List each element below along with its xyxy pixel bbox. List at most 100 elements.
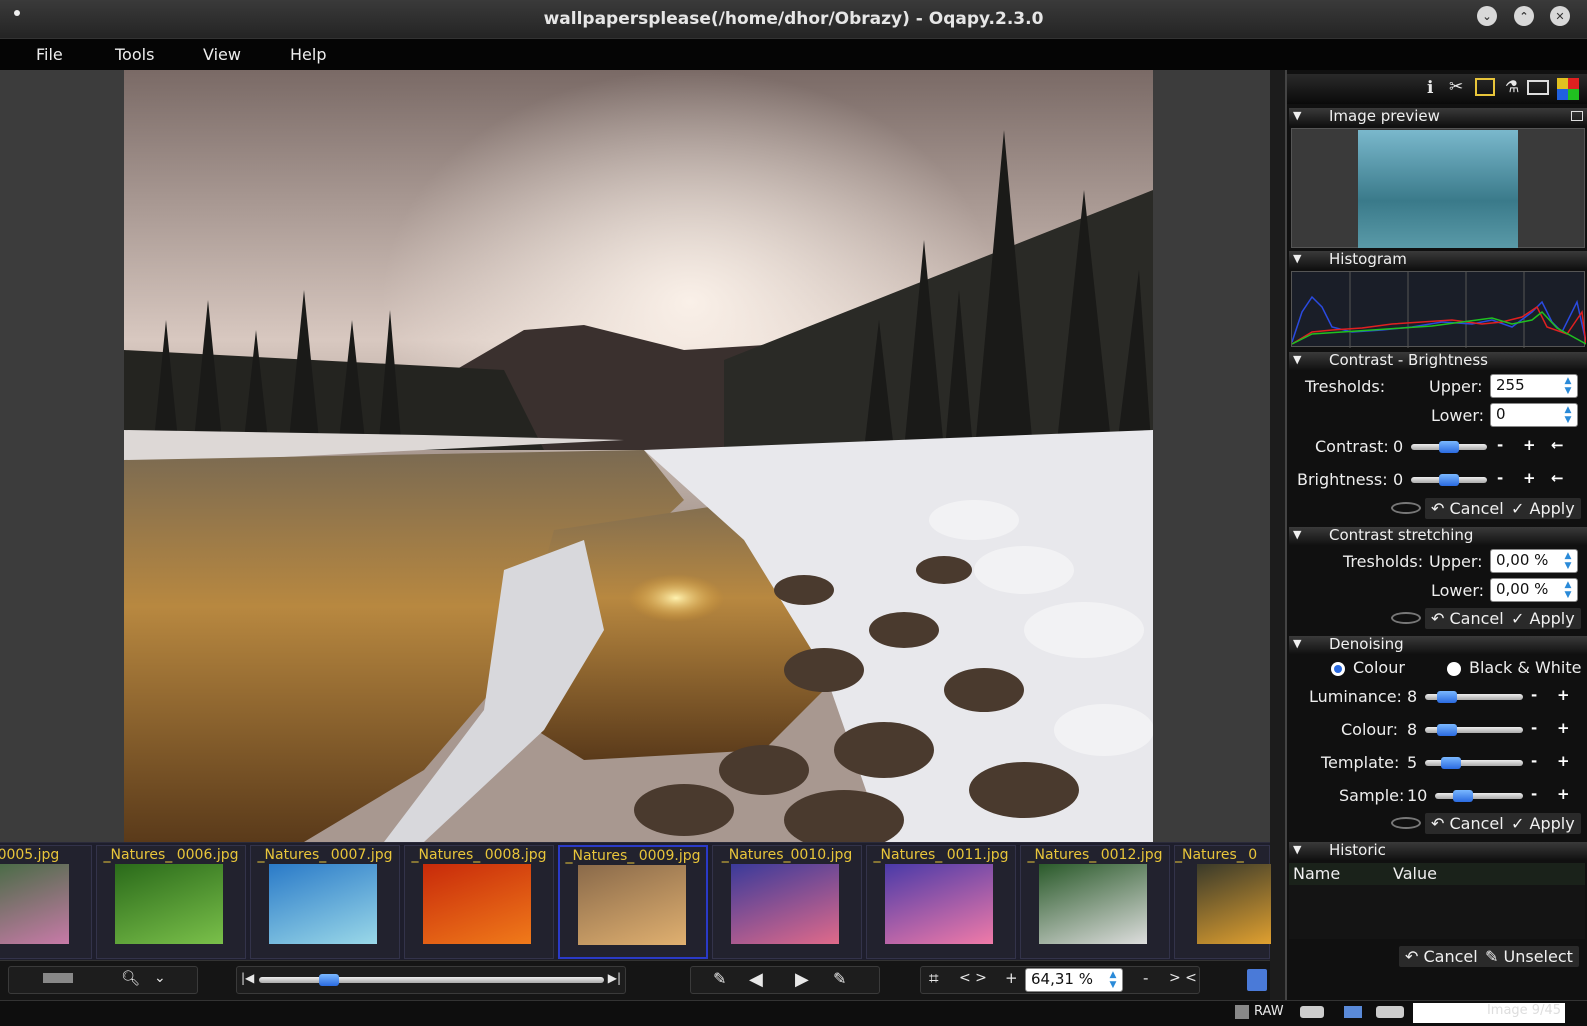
menu-view[interactable]: View <box>203 45 241 64</box>
trash-icon[interactable] <box>1247 969 1267 991</box>
zoom-in-button[interactable]: + <box>1005 969 1018 987</box>
histogram-header[interactable]: ▼ Histogram <box>1289 250 1587 269</box>
bw-radio[interactable] <box>1447 662 1461 676</box>
thumbnail-item[interactable]: es_0005.jpg <box>0 845 92 959</box>
dn-apply-button[interactable]: ✓ Apply <box>1505 813 1581 834</box>
contrast-plus-button[interactable]: + <box>1523 436 1536 454</box>
historic-header[interactable]: ▼ Historic <box>1289 841 1587 860</box>
unselect-button[interactable]: ✎ Unselect <box>1479 946 1579 967</box>
cb-apply-button[interactable]: ✓ Apply <box>1505 498 1581 519</box>
dn-cancel-button[interactable]: ↶ Cancel <box>1425 813 1510 834</box>
menu-tools[interactable]: Tools <box>115 45 154 64</box>
close-icon[interactable]: ✕ <box>1550 6 1570 26</box>
contrast-stretching-header[interactable]: ▼ Contrast stretching <box>1289 526 1587 545</box>
colour-radio-label: Colour <box>1353 658 1405 677</box>
historic-col-value: Value <box>1393 864 1437 883</box>
window-menu-icon[interactable] <box>14 10 20 16</box>
bottom-toolbar: 🔍︎ ⌄ |◀ ▶| ✎ ◀ ▶ ✎ ⌗ < > + 64,31 % ▲ ▼ - >… <box>0 960 1270 1000</box>
sample-slider[interactable] <box>1435 790 1523 802</box>
contrast-brightness-header[interactable]: ▼ Contrast - Brightness <box>1289 351 1587 370</box>
crop-icon[interactable]: ⌗ <box>929 969 939 989</box>
brightness-label: Brightness: <box>1297 470 1388 489</box>
template-plus-button[interactable]: + <box>1557 752 1570 770</box>
info-icon[interactable]: ℹ <box>1427 78 1433 98</box>
thumbnail-item[interactable]: _Natures_ 0011.jpg <box>866 845 1016 959</box>
raw-icon <box>1235 1005 1249 1019</box>
first-image-icon[interactable]: |◀ <box>241 971 254 985</box>
folder-icon[interactable] <box>1527 80 1549 95</box>
scissors-icon[interactable]: ✂ <box>1449 77 1463 97</box>
contrast-reset-button[interactable]: ← <box>1551 436 1564 454</box>
shrink-button[interactable]: > < <box>1169 970 1197 986</box>
colour-plus-button[interactable]: + <box>1557 719 1570 737</box>
detach-icon[interactable] <box>1571 111 1583 121</box>
maximize-icon[interactable]: ⌃ <box>1514 6 1534 26</box>
thumbnail-view-icon[interactable] <box>43 973 73 983</box>
image-viewer[interactable] <box>0 70 1270 842</box>
minimize-icon[interactable]: ⌄ <box>1477 6 1497 26</box>
flask-icon[interactable]: ⚗ <box>1505 77 1519 96</box>
thumbnail-item[interactable]: _Natures_ 0012.jpg <box>1020 845 1170 959</box>
tresholds-label: Tresholds: <box>1305 377 1386 396</box>
cs-cancel-button[interactable]: ↶ Cancel <box>1425 608 1510 629</box>
thumbnail-item[interactable]: _Natures_ 0 <box>1174 845 1271 959</box>
upper-threshold-input[interactable]: 255 ▲ ▼ <box>1490 374 1578 398</box>
template-slider[interactable] <box>1425 757 1523 769</box>
previous-icon[interactable]: ◀ <box>749 969 763 990</box>
histogram-tool-icon[interactable] <box>1475 78 1495 96</box>
cs-preview-eye-icon[interactable] <box>1391 612 1421 624</box>
image-preview <box>1291 128 1585 248</box>
luminance-minus-button[interactable]: - <box>1531 686 1537 704</box>
main-image[interactable] <box>124 70 1153 842</box>
denoise-colour-slider[interactable] <box>1425 724 1523 736</box>
historic-cancel-button[interactable]: ↶ Cancel <box>1399 946 1484 967</box>
cs-lower-input[interactable]: 0,00 % ▲ ▼ <box>1490 578 1578 602</box>
cs-upper-input[interactable]: 0,00 % ▲ ▼ <box>1490 549 1578 573</box>
luminance-plus-button[interactable]: + <box>1557 686 1570 704</box>
lower-threshold-input[interactable]: 0 ▲ ▼ <box>1490 403 1578 427</box>
zoom-out-button[interactable]: - <box>1143 969 1148 987</box>
filmstrip-slider[interactable] <box>259 974 604 986</box>
menu-file[interactable]: File <box>36 45 63 64</box>
preview-eye-icon[interactable] <box>1391 502 1421 514</box>
brightness-reset-button[interactable]: ← <box>1551 469 1564 487</box>
sample-minus-button[interactable]: - <box>1531 785 1537 803</box>
image-preview-header[interactable]: ▼ Image preview <box>1289 107 1587 126</box>
luminance-slider[interactable] <box>1425 691 1523 703</box>
window-title: wallpapersplease(/home/dhor/Obrazy) - Oq… <box>543 9 1044 29</box>
thumbnail-item[interactable]: _Natures_ 0006.jpg <box>96 845 246 959</box>
brightness-minus-button[interactable]: - <box>1497 469 1503 487</box>
fit-button[interactable]: < > <box>959 970 987 986</box>
next-icon[interactable]: ▶ <box>795 969 809 990</box>
tools-panel: ℹ ✂ ⚗ ▼ Image preview ▼ Histogram ▼ Contras… <box>1285 70 1587 1000</box>
cb-cancel-button[interactable]: ↶ Cancel <box>1425 498 1510 519</box>
historic-list[interactable] <box>1289 885 1585 939</box>
dn-preview-eye-icon[interactable] <box>1391 817 1421 829</box>
cs-apply-button[interactable]: ✓ Apply <box>1505 608 1581 629</box>
rotate-left-icon[interactable]: ✎ <box>713 969 726 988</box>
thumbnail-item[interactable]: _Natures_0010.jpg <box>712 845 862 959</box>
luminance-label: Luminance: <box>1309 687 1402 706</box>
cs-lower-label: Lower: <box>1431 581 1485 600</box>
last-image-icon[interactable]: ▶| <box>608 971 621 985</box>
color-icon[interactable] <box>1557 78 1579 100</box>
zoom-input[interactable]: 64,31 % ▲ ▼ <box>1025 968 1123 992</box>
menu-help[interactable]: Help <box>290 45 326 64</box>
template-minus-button[interactable]: - <box>1531 752 1537 770</box>
brightness-slider[interactable] <box>1411 474 1487 486</box>
chevron-down-icon[interactable]: ⌄ <box>154 970 166 986</box>
brightness-plus-button[interactable]: + <box>1523 469 1536 487</box>
colour-radio[interactable] <box>1331 662 1345 676</box>
contrast-minus-button[interactable]: - <box>1497 436 1503 454</box>
template-label: Template: <box>1321 753 1400 772</box>
thumbnail-item[interactable]: _Natures_ 0007.jpg <box>250 845 400 959</box>
thumbnail-strip[interactable]: es_0005.jpg _Natures_ 0006.jpg _Natures_… <box>0 842 1271 960</box>
magnifier-icon[interactable]: 🔍︎ <box>121 969 140 987</box>
sample-plus-button[interactable]: + <box>1557 785 1570 803</box>
rotate-right-icon[interactable]: ✎ <box>833 969 846 988</box>
thumbnail-item-selected[interactable]: _Natures_ 0009.jpg <box>558 845 708 959</box>
denoising-header[interactable]: ▼ Denoising <box>1289 635 1587 654</box>
colour-minus-button[interactable]: - <box>1531 719 1537 737</box>
contrast-slider[interactable] <box>1411 441 1487 453</box>
thumbnail-item[interactable]: _Natures_ 0008.jpg <box>404 845 554 959</box>
